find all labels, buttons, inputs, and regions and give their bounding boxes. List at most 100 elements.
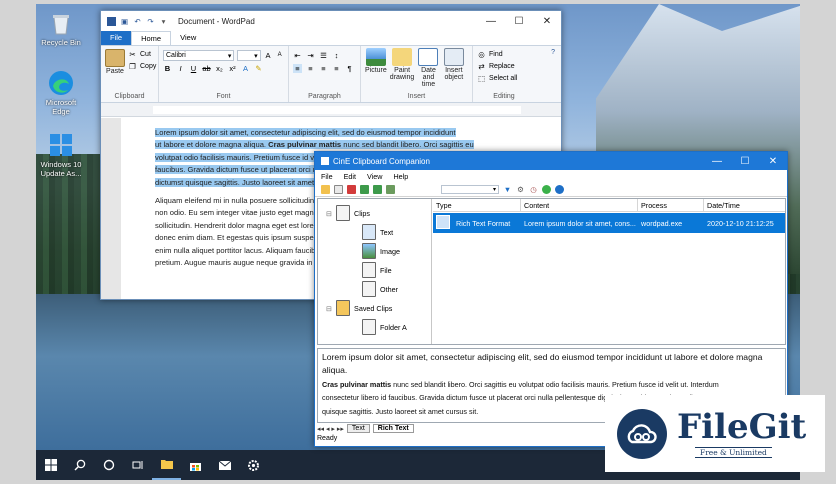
settings-gear-icon[interactable]: ⚙ xyxy=(516,185,525,194)
tree-node-image[interactable]: Image xyxy=(362,243,400,259)
clock-icon[interactable]: ◷ xyxy=(529,185,538,194)
menu-help[interactable]: Help xyxy=(393,172,408,181)
filegit-name: FileGit xyxy=(677,406,807,447)
print-icon[interactable] xyxy=(386,185,395,194)
close-icon[interactable]: ✕ xyxy=(759,152,787,170)
file-explorer-icon[interactable] xyxy=(152,450,181,480)
find-button[interactable]: ◎ Find xyxy=(477,49,531,60)
replace-button[interactable]: ⇄ Replace xyxy=(477,61,531,72)
import-icon[interactable] xyxy=(373,185,382,194)
cc-title: CinE Clipboard Companion xyxy=(333,156,430,166)
table-row[interactable]: Rich Text Format Lorem ipsum dolor sit a… xyxy=(433,213,785,233)
align-left-icon[interactable]: ≡ xyxy=(293,64,302,73)
text-color-icon[interactable]: A xyxy=(241,64,250,73)
strikethrough-icon[interactable]: ab xyxy=(202,64,211,73)
search-icon[interactable] xyxy=(65,450,94,480)
cc-toolbar: ▾ ▼ ⚙ ◷ xyxy=(315,183,787,197)
customize-toolbar-icon[interactable]: ▾ xyxy=(159,17,168,26)
justify-icon[interactable]: ≡ xyxy=(332,64,341,73)
ruler-track xyxy=(153,106,521,114)
tree-node-clips[interactable]: ⊟ Clips xyxy=(326,205,370,221)
close-icon[interactable]: ✕ xyxy=(533,11,561,31)
desktop-icon-recycle-bin[interactable]: Recycle Bin xyxy=(39,10,83,47)
paragraph-settings-icon[interactable]: ¶ xyxy=(345,64,354,73)
shrink-font-icon[interactable]: A xyxy=(275,51,284,60)
filter-icon[interactable]: ▼ xyxy=(503,185,512,194)
tab-scroll-arrows[interactable]: ◂◂ ◂ ▸ ▸▸ xyxy=(317,425,344,433)
collapse-icon: ⊟ xyxy=(326,208,333,218)
mail-icon[interactable] xyxy=(210,450,239,480)
doc-text-line: nunc sed blandit libero. Orci sagittis e… xyxy=(341,140,474,150)
paste-button[interactable]: Paste xyxy=(105,49,125,75)
desktop-icon-windows-update[interactable]: Windows 10 Update As... xyxy=(39,132,83,178)
tab-home[interactable]: Home xyxy=(131,31,172,45)
delete-clip-icon[interactable] xyxy=(347,185,356,194)
grow-font-icon[interactable]: A xyxy=(264,51,273,60)
maximize-icon[interactable]: ☐ xyxy=(505,11,533,31)
export-icon[interactable] xyxy=(360,185,369,194)
scissors-icon: ✂ xyxy=(129,50,136,59)
menu-view[interactable]: View xyxy=(367,172,382,181)
save-icon[interactable]: ▣ xyxy=(120,17,129,26)
help-icon[interactable]: ? xyxy=(551,49,555,56)
tree-node-saved-clips[interactable]: ⊟ Saved Clips xyxy=(326,300,392,316)
column-header-process[interactable]: Process xyxy=(638,199,704,211)
copy-icon: ❐ xyxy=(129,62,136,71)
line-spacing-icon[interactable]: ↕ xyxy=(332,51,341,60)
task-view-icon[interactable] xyxy=(123,450,152,480)
info-icon[interactable] xyxy=(555,185,564,194)
tree-node-file[interactable]: File xyxy=(362,262,392,278)
font-family-select[interactable]: Calibri ▾ xyxy=(163,50,235,61)
settings-gear-icon[interactable] xyxy=(239,450,268,480)
column-header-type[interactable]: Type xyxy=(433,199,521,211)
column-header-datetime[interactable]: Date/Time xyxy=(704,199,785,211)
folder-icon xyxy=(362,319,376,335)
new-clip-icon[interactable] xyxy=(321,185,330,194)
column-header-content[interactable]: Content xyxy=(521,199,638,211)
menu-edit[interactable]: Edit xyxy=(344,172,356,181)
ribbon: Paste ✂ Cut ❐ Copy Clipboard Calibri ▾ ▾ A … xyxy=(101,45,561,103)
bold-icon[interactable]: B xyxy=(163,64,172,73)
ruler[interactable] xyxy=(101,103,561,117)
copy-clip-icon[interactable] xyxy=(334,185,343,194)
menu-file[interactable]: File xyxy=(321,172,333,181)
decrease-indent-icon[interactable]: ⇤ xyxy=(293,51,302,60)
tab-rich-text[interactable]: Rich Text xyxy=(372,424,414,433)
wordpad-titlebar: ▣ ↶ ↷ ▾ Document - WordPad — ☐ ✕ xyxy=(101,11,561,31)
tab-view[interactable]: View xyxy=(171,31,205,45)
minimize-icon[interactable]: — xyxy=(703,152,731,170)
superscript-icon[interactable]: x² xyxy=(228,64,237,73)
align-right-icon[interactable]: ≡ xyxy=(319,64,328,73)
tree-node-text[interactable]: Text xyxy=(362,224,393,240)
tree-node-other[interactable]: Other xyxy=(362,281,398,297)
maximize-icon[interactable]: ☐ xyxy=(731,152,759,170)
file-clip-icon xyxy=(362,262,376,278)
font-size-select[interactable]: ▾ xyxy=(237,50,261,61)
store-icon[interactable] xyxy=(181,450,210,480)
start-button[interactable] xyxy=(36,450,65,480)
tab-text[interactable]: Text xyxy=(346,424,370,433)
highlight-icon[interactable]: ✎ xyxy=(254,64,263,73)
underline-icon[interactable]: U xyxy=(189,64,198,73)
bullets-icon[interactable]: ☰ xyxy=(319,51,328,60)
rtf-clip-icon xyxy=(433,215,453,231)
subscript-icon[interactable]: x₂ xyxy=(215,64,224,73)
wordpad-quick-access-icons[interactable]: ▣ ↶ ↷ ▾ xyxy=(107,16,168,26)
increase-indent-icon[interactable]: ⇥ xyxy=(306,51,315,60)
cut-button[interactable]: ✂ Cut xyxy=(128,49,156,60)
minimize-icon[interactable]: — xyxy=(477,11,505,31)
cortana-icon[interactable] xyxy=(94,450,123,480)
select-all-button[interactable]: ⬚ Select all xyxy=(477,73,531,84)
redo-icon[interactable]: ↷ xyxy=(146,17,155,26)
desktop-icon-edge[interactable]: Microsoft Edge xyxy=(39,70,83,116)
undo-icon[interactable]: ↶ xyxy=(133,17,142,26)
tab-file[interactable]: File xyxy=(101,31,132,45)
copy-button[interactable]: ❐ Copy xyxy=(128,61,156,72)
play-icon[interactable] xyxy=(542,185,551,194)
doc-text-line: ut labore et dolore magna aliqua. xyxy=(155,140,269,150)
align-center-icon[interactable]: ≡ xyxy=(306,64,315,73)
filter-select[interactable]: ▾ xyxy=(441,185,499,194)
tree-node-folder-a[interactable]: Folder A xyxy=(362,319,407,335)
group-label: Font xyxy=(216,93,231,100)
italic-icon[interactable]: I xyxy=(176,64,185,73)
